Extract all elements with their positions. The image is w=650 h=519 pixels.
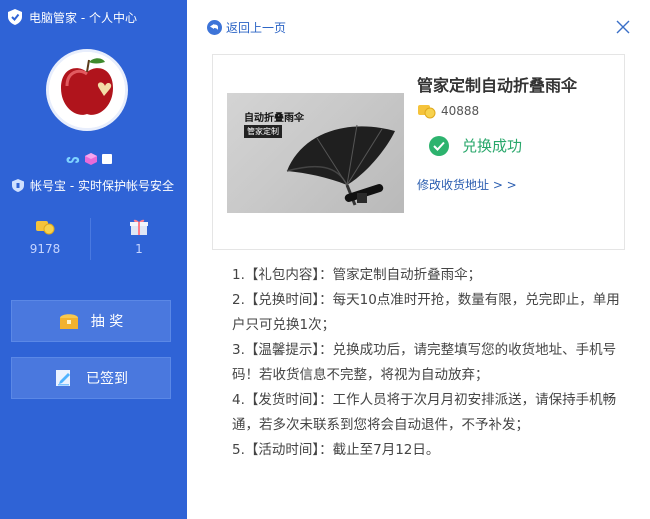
back-label: 返回上一页 bbox=[226, 21, 287, 35]
rule-item: 5.【活动时间】：截止至7月12日。 bbox=[232, 442, 440, 458]
lottery-button-label: 抽 奖 bbox=[90, 314, 124, 330]
apple-avatar-image bbox=[49, 52, 125, 128]
coins-icon bbox=[36, 221, 55, 235]
lottery-button[interactable]: 抽 奖 bbox=[11, 300, 171, 342]
product-card: 自动折叠雨伞 管家定制 管家定制自动折叠雨伞 40888 兑换成功 修改收货地址… bbox=[212, 54, 625, 250]
cube-badge-icon[interactable] bbox=[85, 153, 97, 165]
product-points: 40888 bbox=[417, 103, 479, 119]
treasure-chest-icon bbox=[59, 314, 78, 329]
points-stat[interactable]: 9178 bbox=[0, 218, 90, 256]
modify-address-link[interactable]: 修改收货地址 > > bbox=[417, 176, 517, 193]
account-protection-text: 帐号宝 - 实时保护帐号安全 bbox=[30, 179, 174, 193]
app-title: 电脑管家 - 个人中心 bbox=[8, 8, 137, 26]
signed-in-button[interactable]: 已签到 bbox=[11, 357, 171, 399]
back-arrow-icon bbox=[207, 20, 222, 35]
badge-row: ᔕ bbox=[66, 153, 112, 165]
points-value: 9178 bbox=[29, 242, 61, 256]
product-name: 管家定制自动折叠雨伞 bbox=[417, 76, 578, 95]
check-circle-icon bbox=[429, 135, 449, 156]
rule-item: 4.【发货时间】：工作人员将于次月月初安排派送，请保持手机畅通，若多次未联系到您… bbox=[232, 392, 617, 433]
gift-stat[interactable]: 1 bbox=[94, 218, 184, 256]
back-button[interactable]: 返回上一页 bbox=[207, 19, 286, 36]
app-title-text: 电脑管家 - 个人中心 bbox=[29, 10, 137, 25]
avatar[interactable] bbox=[46, 49, 128, 131]
stats-panel: 9178 1 bbox=[0, 218, 187, 263]
exchange-status-text: 兑换成功 bbox=[462, 137, 523, 155]
shield-icon bbox=[12, 179, 24, 192]
sidebar: 电脑管家 - 个人中心 ᔕ 帐号宝 - 实时保护帐号安全 9178 1 抽 奖 … bbox=[0, 0, 187, 519]
product-image: 自动折叠雨伞 管家定制 bbox=[227, 93, 404, 213]
gift-count: 1 bbox=[135, 242, 143, 256]
exchange-status: 兑换成功 bbox=[429, 135, 522, 156]
rule-item: 3.【温馨提示】：兑换成功后，请完整填写您的收货地址、手机号码！若收货信息不完整… bbox=[232, 342, 617, 383]
close-icon[interactable] bbox=[616, 20, 630, 34]
shield-logo-icon bbox=[8, 9, 22, 25]
coins-icon bbox=[418, 105, 436, 119]
stats-divider bbox=[90, 218, 91, 260]
product-points-value: 40888 bbox=[441, 104, 480, 118]
umbrella-illustration bbox=[286, 124, 395, 206]
vip-badge-icon[interactable]: ᔕ bbox=[66, 153, 80, 165]
sign-pen-icon bbox=[56, 370, 70, 386]
gift-icon bbox=[130, 219, 148, 235]
rule-item: 2.【兑换时间】：每天10点准时开抢，数量有限，兑完即止，单用户只可兑换1次； bbox=[232, 292, 620, 333]
main-panel: 返回上一页 自动折叠雨伞 管家定制 管家定制自动折叠雨伞 40888 兑换成功 … bbox=[187, 0, 650, 519]
account-protection-link[interactable]: 帐号宝 - 实时保护帐号安全 bbox=[12, 177, 174, 194]
rules-list: 1.【礼包内容】：管家定制自动折叠雨伞； 2.【兑换时间】：每天10点准时开抢，… bbox=[232, 263, 622, 463]
rule-item: 1.【礼包内容】：管家定制自动折叠雨伞； bbox=[232, 267, 482, 283]
device-badge-icon[interactable] bbox=[102, 154, 112, 164]
signed-in-label: 已签到 bbox=[86, 371, 128, 387]
